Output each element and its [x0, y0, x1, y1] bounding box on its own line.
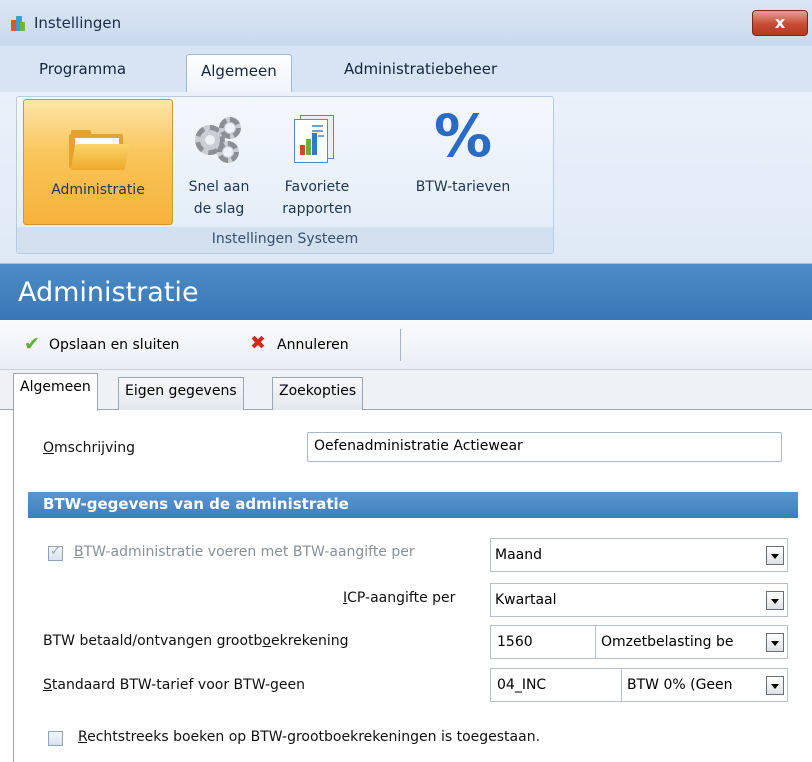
- favoriete-label-1: Favoriete: [284, 179, 350, 195]
- ribbon-group-label: Instellingen Systeem: [17, 227, 553, 253]
- folder-icon: [69, 130, 130, 170]
- omschrijving-label: Omschrijving: [43, 440, 136, 456]
- snel-aan-de-slag-button[interactable]: Snel aan de slag: [175, 99, 263, 225]
- save-and-close-button[interactable]: Opslaan en sluiten: [49, 337, 179, 353]
- app-icon: [11, 15, 25, 31]
- rechtstreeks-checkbox[interactable]: [48, 731, 63, 746]
- ribbon-tabs: Programma Algemeen Administratiebeheer: [0, 46, 812, 92]
- close-button[interactable]: x: [752, 10, 808, 36]
- tab-administratiebeheer[interactable]: Administratiebeheer: [344, 60, 497, 78]
- grootboek-label: BTW betaald/ontvangen grootboekrekening: [43, 633, 349, 649]
- standaard-btw-label: Standaard BTW-tarief voor BTW-geen: [43, 677, 306, 693]
- gears-icon: [195, 117, 243, 165]
- chevron-down-icon[interactable]: [766, 546, 784, 565]
- icp-aangifte-select[interactable]: Kwartaal: [490, 583, 788, 617]
- grootboek-select[interactable]: 1560 Omzetbelasting be: [490, 625, 788, 659]
- title-bar: Instellingen x: [0, 0, 812, 46]
- chevron-down-icon[interactable]: [766, 676, 784, 695]
- snel-aan-label-2: de slag: [193, 201, 245, 217]
- section-header-btw: BTW-gegevens van de administratie: [28, 492, 798, 518]
- tab-algemeen-form[interactable]: Algemeen: [13, 373, 98, 411]
- toolbar-separator: [400, 329, 401, 361]
- cross-icon: ✖: [250, 332, 266, 354]
- chevron-down-icon[interactable]: [766, 633, 784, 652]
- administratie-label: Administratie: [51, 182, 145, 198]
- standaard-btw-select[interactable]: 04_INC BTW 0% (Geen: [490, 668, 788, 702]
- omschrijving-input[interactable]: Oefenadministratie Actiewear: [307, 432, 782, 462]
- btw-tarieven-button[interactable]: % BTW-tarieven: [371, 99, 555, 225]
- form-tabs: Algemeen Eigen gegevens Zoekopties: [0, 370, 812, 411]
- snel-aan-label-1: Snel aan: [188, 179, 250, 195]
- rechtstreeks-label: Rechtstreeks boeken op BTW-grootboekreke…: [78, 729, 541, 745]
- tab-eigen-gegevens[interactable]: Eigen gegevens: [118, 377, 244, 410]
- page-title: Administratie: [0, 264, 812, 320]
- checkmark-icon: ✔: [24, 333, 40, 355]
- window-title: Instellingen: [34, 14, 122, 32]
- tab-zoekopties[interactable]: Zoekopties: [272, 377, 364, 410]
- report-chart-icon: [292, 115, 336, 163]
- ribbon-group-instellingen-systeem: Administratie Snel aan de slag Favoriete…: [16, 96, 554, 254]
- percent-icon: %: [433, 102, 493, 170]
- favoriete-label-2: rapporten: [282, 201, 352, 217]
- btw-administratie-checkbox[interactable]: [48, 544, 63, 561]
- btw-aangifte-select[interactable]: Maand: [490, 538, 788, 572]
- ribbon-panel: Administratie Snel aan de slag Favoriete…: [0, 92, 812, 264]
- toolbar: ✔ Opslaan en sluiten ✖ Annuleren: [0, 320, 812, 370]
- btw-tarieven-label: BTW-tarieven: [415, 179, 511, 195]
- cancel-button[interactable]: Annuleren: [277, 337, 349, 353]
- tab-programma[interactable]: Programma: [39, 60, 126, 78]
- favoriete-rapporten-button[interactable]: Favoriete rapporten: [267, 99, 367, 225]
- administratie-button[interactable]: Administratie: [23, 99, 173, 225]
- icp-aangifte-label: ICP-aangifte per: [343, 590, 456, 606]
- tab-algemeen[interactable]: Algemeen: [186, 54, 292, 92]
- chevron-down-icon[interactable]: [766, 591, 784, 610]
- btw-administratie-label: BTW-administratie voeren met BTW-aangift…: [74, 544, 415, 560]
